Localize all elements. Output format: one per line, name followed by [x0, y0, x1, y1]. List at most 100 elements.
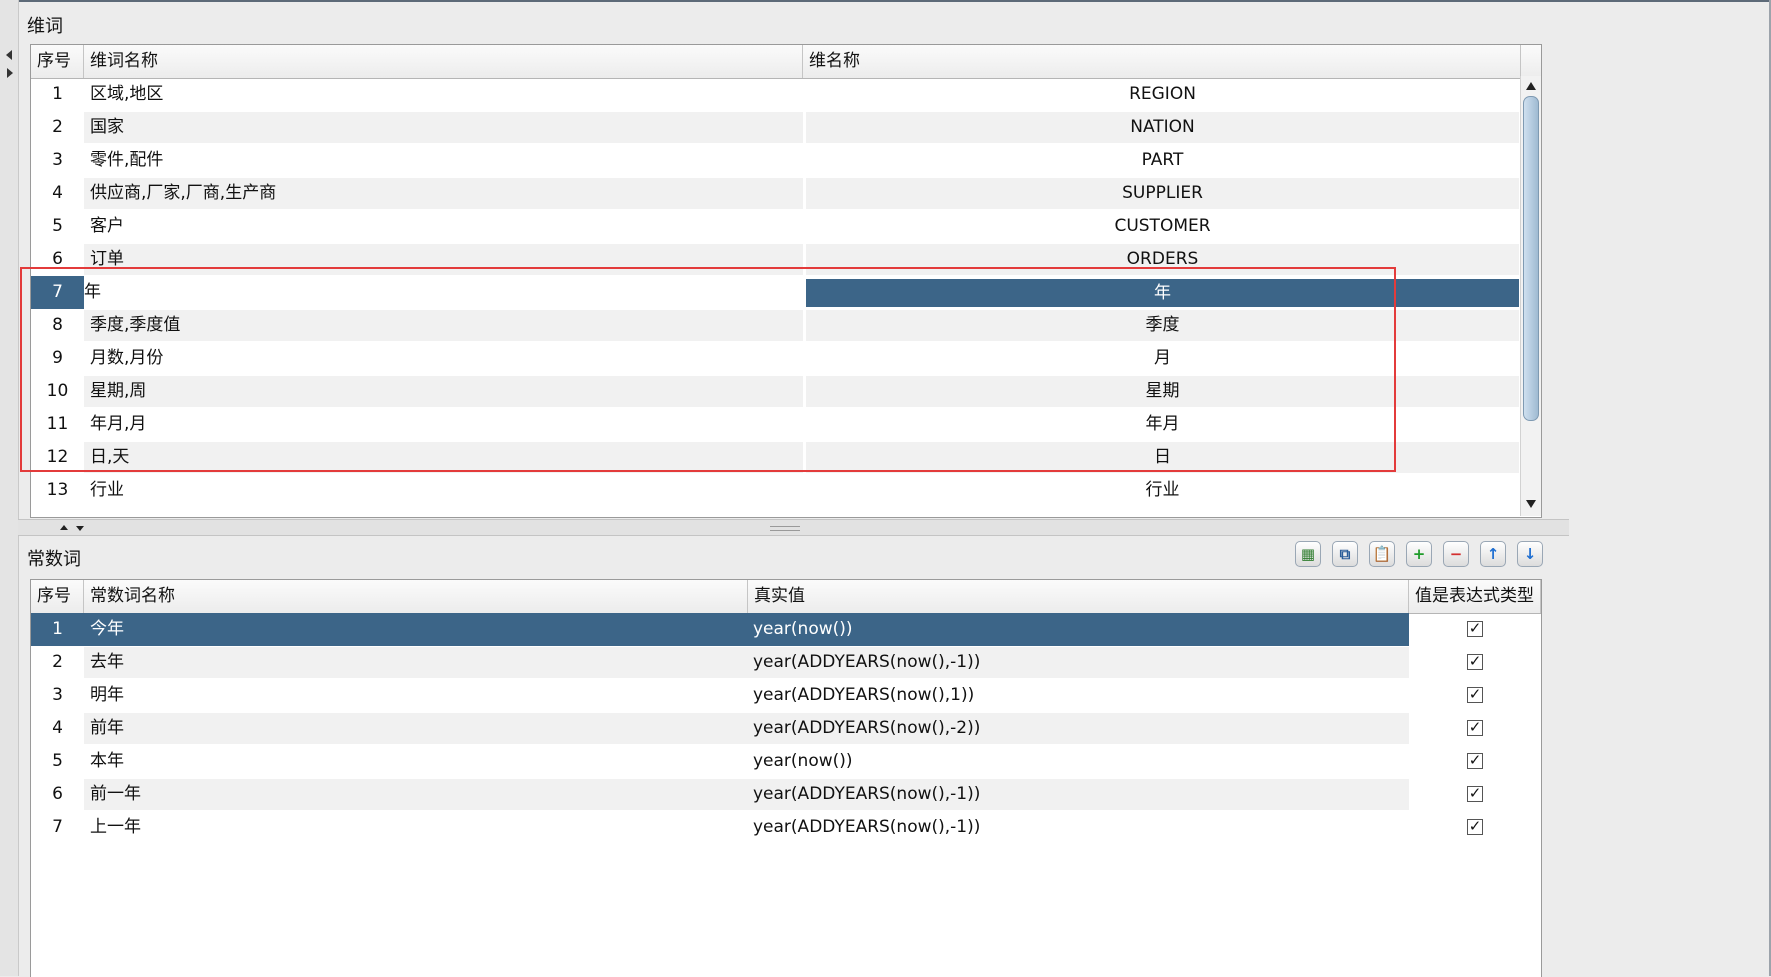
dimension-name[interactable]: REGION: [806, 78, 1519, 111]
row-number[interactable]: 2: [31, 646, 84, 679]
table-row[interactable]: 7 上一年 year(ADDYEARS(now(),-1)) ✓: [31, 811, 1541, 844]
dimension-name[interactable]: 年: [806, 279, 1519, 307]
dimension-name[interactable]: PART: [806, 144, 1519, 177]
row-number[interactable]: 7: [31, 276, 84, 309]
table-row[interactable]: 13 行业 行业: [31, 474, 1521, 507]
delete-button[interactable]: −: [1443, 541, 1469, 567]
row-number[interactable]: 6: [31, 778, 84, 811]
column-header-word-name[interactable]: 维词名称: [84, 45, 803, 78]
column-header-dimension-name[interactable]: 维名称: [803, 45, 1521, 78]
column-header-no[interactable]: 序号: [31, 45, 84, 78]
dimension-name[interactable]: 行业: [806, 474, 1519, 507]
dimension-name[interactable]: 日: [806, 441, 1519, 474]
table-row[interactable]: 5 客户 CUSTOMER: [31, 210, 1521, 243]
table-row[interactable]: 3 零件,配件 PART: [31, 144, 1521, 177]
row-number[interactable]: 1: [31, 78, 84, 111]
row-number[interactable]: 13: [31, 474, 84, 507]
is-expression-checkbox[interactable]: ✓: [1467, 786, 1483, 802]
table-row[interactable]: 9 月数,月份月: [31, 342, 1521, 375]
dimension-name[interactable]: NATION: [806, 111, 1519, 144]
table-row[interactable]: 2 国家 NATION: [31, 111, 1521, 144]
table-row[interactable]: 11 年月,月 年月: [31, 408, 1521, 441]
dimension-name[interactable]: 季度: [806, 309, 1519, 342]
dimension-word-name[interactable]: 年: [84, 276, 797, 309]
is-expression-checkbox[interactable]: ✓: [1467, 687, 1483, 703]
table-row[interactable]: 4 前年 year(ADDYEARS(now(),-2)) ✓: [31, 712, 1541, 745]
is-expression-checkbox[interactable]: ✓: [1467, 720, 1483, 736]
row-number[interactable]: 8: [31, 309, 84, 342]
column-header-real-value[interactable]: 真实值: [748, 580, 1409, 613]
dimension-word-name[interactable]: 订单: [90, 243, 803, 276]
column-header-constant-name[interactable]: 常数词名称: [84, 580, 748, 613]
dimension-name[interactable]: 星期: [806, 375, 1519, 408]
move-up-button[interactable]: ↑: [1480, 541, 1506, 567]
row-number[interactable]: 4: [31, 712, 84, 745]
is-expression-checkbox[interactable]: ✓: [1467, 621, 1483, 637]
expand-right-icon[interactable]: [7, 68, 13, 78]
row-number[interactable]: 10: [31, 375, 84, 408]
collapse-left-icon[interactable]: [6, 50, 12, 60]
dimension-word-name[interactable]: 国家: [90, 111, 803, 144]
table-row[interactable]: 1 今年 year(now()) ✓: [31, 613, 1541, 646]
dimension-word-name[interactable]: 日,天: [90, 441, 803, 474]
constant-word-name[interactable]: 去年: [90, 646, 740, 679]
table-row[interactable]: 12 日,天日: [31, 441, 1521, 474]
row-number[interactable]: 12: [31, 441, 84, 474]
constant-word-name[interactable]: 明年: [90, 679, 740, 712]
scroll-thumb[interactable]: [1523, 96, 1539, 421]
table-row[interactable]: 5 本年 year(now()) ✓: [31, 745, 1541, 778]
is-expression-checkbox[interactable]: ✓: [1467, 654, 1483, 670]
splitter-up-icon[interactable]: [60, 525, 68, 530]
column-header-no[interactable]: 序号: [31, 580, 84, 613]
table-row[interactable]: 8 季度,季度值 季度: [31, 309, 1521, 342]
is-expression-checkbox[interactable]: ✓: [1467, 753, 1483, 769]
column-header-is-expression[interactable]: 值是表达式类型: [1409, 580, 1541, 613]
row-number[interactable]: 3: [31, 144, 84, 177]
left-collapse-rail[interactable]: [0, 0, 19, 976]
splitter-grip[interactable]: [770, 526, 800, 531]
dimension-word-name[interactable]: 星期,周: [90, 375, 803, 408]
move-down-button[interactable]: ↓: [1517, 541, 1543, 567]
constant-word-name[interactable]: 上一年: [90, 811, 740, 844]
row-number[interactable]: 9: [31, 342, 84, 375]
dimension-table[interactable]: 序号 维词名称 维名称 1 区域,地区 REGION 2 国家 NATION 3 零件,配件 P…: [30, 44, 1542, 518]
table-row[interactable]: 6 前一年 year(ADDYEARS(now(),-1)) ✓: [31, 778, 1541, 811]
is-expression-checkbox[interactable]: ✓: [1467, 819, 1483, 835]
dimension-word-name[interactable]: 行业: [90, 474, 803, 507]
constant-word-name[interactable]: 今年: [90, 613, 740, 646]
dimension-word-name[interactable]: 年月,月: [90, 408, 803, 441]
row-number[interactable]: 1: [31, 613, 84, 646]
row-number[interactable]: 11: [31, 408, 84, 441]
row-number[interactable]: 2: [31, 111, 84, 144]
row-number[interactable]: 6: [31, 243, 84, 276]
dimension-word-name[interactable]: 区域,地区: [90, 78, 803, 111]
copy-button[interactable]: ⧉: [1332, 541, 1358, 567]
real-value[interactable]: year(now()): [753, 745, 1403, 778]
constant-table[interactable]: 序号 常数词名称 真实值 值是表达式类型 1 今年 year(now()) ✓ 2 去年 y…: [30, 579, 1542, 977]
row-number[interactable]: 7: [31, 811, 84, 844]
dimension-name[interactable]: ORDERS: [806, 243, 1519, 276]
table-row[interactable]: 10 星期,周 星期: [31, 375, 1521, 408]
dimension-word-name[interactable]: 供应商,厂家,厂商,生产商: [90, 177, 803, 210]
constant-word-name[interactable]: 前一年: [90, 778, 740, 811]
row-number[interactable]: 5: [31, 210, 84, 243]
insert-row-button[interactable]: ▦: [1295, 541, 1321, 567]
table-row[interactable]: 3 明年 year(ADDYEARS(now(),1)) ✓: [31, 679, 1541, 712]
dimension-word-name[interactable]: 客户: [90, 210, 803, 243]
scroll-down-icon[interactable]: [1526, 500, 1536, 508]
dimension-word-name[interactable]: 零件,配件: [90, 144, 803, 177]
table-row[interactable]: 4 供应商,厂家,厂商,生产商 SUPPLIER: [31, 177, 1521, 210]
dimension-table-scrollbar[interactable]: [1520, 76, 1541, 516]
real-value[interactable]: year(now()): [753, 613, 1403, 646]
real-value[interactable]: year(ADDYEARS(now(),-1)): [753, 646, 1403, 679]
constant-word-name[interactable]: 前年: [90, 712, 740, 745]
row-number[interactable]: 4: [31, 177, 84, 210]
table-row[interactable]: 2 去年 year(ADDYEARS(now(),-1)) ✓: [31, 646, 1541, 679]
real-value[interactable]: year(ADDYEARS(now(),1)): [753, 679, 1403, 712]
row-number[interactable]: 3: [31, 679, 84, 712]
splitter-down-icon[interactable]: [76, 526, 84, 531]
table-row[interactable]: 6 订单 ORDERS: [31, 243, 1521, 276]
dimension-name[interactable]: SUPPLIER: [806, 177, 1519, 210]
dimension-name[interactable]: 年月: [806, 408, 1519, 441]
real-value[interactable]: year(ADDYEARS(now(),-1)): [753, 778, 1403, 811]
